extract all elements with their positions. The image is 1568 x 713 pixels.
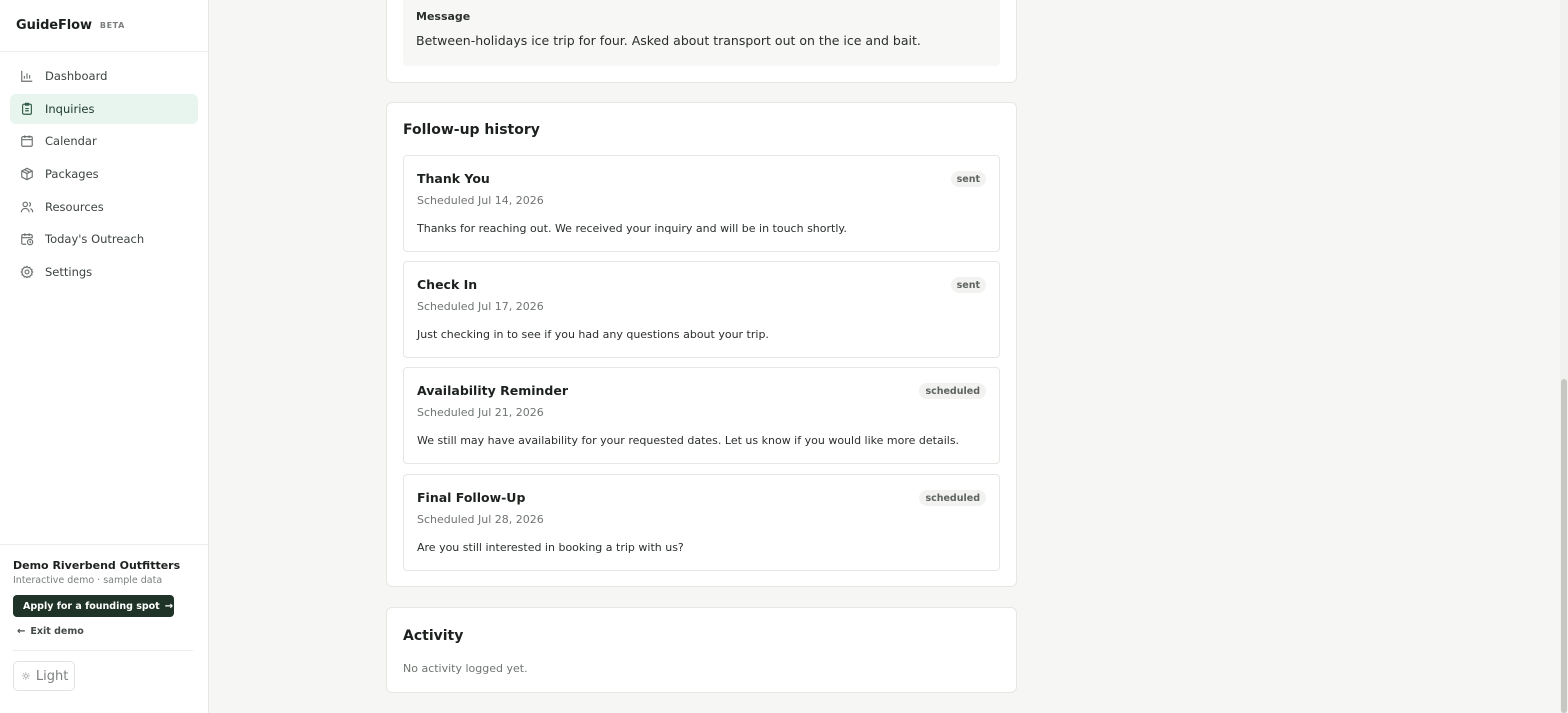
section-title: Follow-up history — [403, 122, 540, 138]
users-icon — [20, 200, 34, 214]
status-badge: scheduled — [919, 490, 986, 506]
sidebar-item-label: Packages — [45, 167, 99, 182]
sidebar-item-packages[interactable]: Packages — [10, 159, 198, 189]
follow-up-item: Check In sent Scheduled Jul 17, 2026 Jus… — [403, 261, 1000, 358]
sidebar-item-calendar[interactable]: Calendar — [10, 126, 198, 156]
calendar-icon — [20, 134, 34, 148]
message-text: Between-holidays ice trip for four. Aske… — [416, 33, 921, 48]
sidebar-item-label: Settings — [45, 265, 93, 280]
org-subtitle: Interactive demo · sample data — [13, 575, 163, 586]
arrow-left-icon: ← — [17, 626, 26, 637]
bar-chart-icon — [20, 69, 34, 83]
message-label: Message — [416, 10, 471, 23]
status-badge: sent — [950, 277, 986, 293]
theme-toggle-button[interactable]: ☼ Light — [13, 661, 75, 691]
follow-up-date: Scheduled Jul 28, 2026 — [417, 513, 544, 526]
activity-empty-state: No activity logged yet. — [403, 662, 528, 675]
status-badge: sent — [950, 171, 986, 187]
gear-icon — [20, 265, 34, 279]
apply-founding-spot-button[interactable]: Apply for a founding spot → — [13, 595, 174, 617]
exit-demo-link[interactable]: ← Exit demo — [13, 626, 195, 637]
follow-up-name: Availability Reminder — [417, 383, 568, 398]
sidebar-item-inquiries[interactable]: Inquiries — [10, 93, 198, 124]
follow-up-name: Check In — [417, 277, 478, 292]
apply-button-label: Apply for a founding spot — [23, 600, 160, 612]
follow-up-body: Just checking in to see if you had any q… — [417, 328, 769, 341]
calendar-clock-icon — [20, 232, 34, 246]
follow-up-date: Scheduled Jul 17, 2026 — [417, 300, 544, 313]
sun-icon: ☼ — [21, 669, 31, 683]
message-card: Message Between-holidays ice trip for fo… — [386, 0, 1017, 83]
sidebar-item-dashboard[interactable]: Dashboard — [10, 61, 198, 91]
sidebar-footer: Demo Riverbend Outfitters Interactive de… — [0, 544, 208, 713]
footer-divider — [13, 650, 193, 651]
follow-up-name: Final Follow-Up — [417, 490, 526, 505]
follow-up-history-card: Follow-up history Thank You sent Schedul… — [386, 102, 1017, 587]
sidebar-item-label: Resources — [45, 199, 104, 214]
sidebar-item-todays-outreach[interactable]: Today's Outreach — [10, 224, 198, 254]
follow-up-date: Scheduled Jul 21, 2026 — [417, 406, 544, 419]
follow-up-body: We still may have availability for your … — [417, 434, 960, 447]
follow-up-body: Thanks for reaching out. We received you… — [417, 222, 847, 235]
sidebar-item-resources[interactable]: Resources — [10, 192, 198, 222]
scrollbar-thumb[interactable] — [1561, 379, 1567, 713]
follow-up-item: Thank You sent Scheduled Jul 14, 2026 Th… — [403, 155, 1000, 252]
org-name: Demo Riverbend Outfitters — [13, 559, 181, 572]
sidebar-item-label: Calendar — [45, 134, 97, 149]
sidebar-nav: Dashboard Inquiries Calendar Packages Re… — [0, 52, 208, 287]
sidebar: GuideFlow BETA Dashboard Inquiries Calen… — [0, 0, 209, 713]
follow-up-date: Scheduled Jul 14, 2026 — [417, 194, 544, 207]
follow-up-name: Thank You — [417, 171, 490, 186]
follow-up-item: Final Follow-Up scheduled Scheduled Jul … — [403, 474, 1000, 571]
beta-badge: BETA — [99, 21, 125, 30]
clipboard-icon — [20, 102, 34, 116]
exit-demo-label: Exit demo — [30, 626, 84, 637]
section-title: Activity — [403, 628, 464, 644]
sidebar-item-label: Inquiries — [45, 101, 95, 116]
sidebar-item-label: Dashboard — [45, 69, 108, 83]
brand-name[interactable]: GuideFlow — [16, 18, 92, 33]
arrow-right-icon: → — [164, 600, 174, 612]
sidebar-item-settings[interactable]: Settings — [10, 257, 198, 287]
follow-up-item: Availability Reminder scheduled Schedule… — [403, 367, 1000, 464]
activity-card: Activity No activity logged yet. — [386, 607, 1017, 693]
theme-label: Light — [35, 668, 69, 684]
package-icon — [20, 167, 34, 181]
status-badge: scheduled — [919, 383, 986, 399]
scrollbar[interactable] — [1560, 0, 1568, 713]
sidebar-item-label: Today's Outreach — [45, 232, 145, 247]
follow-up-body: Are you still interested in booking a tr… — [417, 541, 684, 554]
brand: GuideFlow BETA — [0, 0, 208, 52]
message-box: Message Between-holidays ice trip for fo… — [403, 0, 1000, 66]
